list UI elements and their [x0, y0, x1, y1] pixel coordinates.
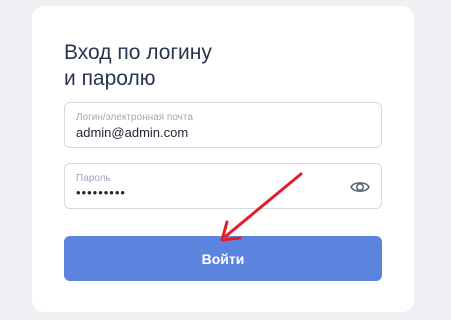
login-input[interactable]: admin@admin.com — [76, 125, 188, 140]
password-field[interactable]: Пароль ••••••••• — [64, 163, 382, 209]
login-card: Вход по логину и паролю Логин/электронна… — [32, 6, 414, 312]
page-title: Вход по логину и паролю — [64, 41, 212, 90]
login-field-label: Логин/электронная почта — [76, 112, 193, 123]
login-button[interactable]: Войти — [64, 236, 382, 281]
login-field[interactable]: Логин/электронная почта admin@admin.com — [64, 102, 382, 148]
eye-icon[interactable] — [349, 176, 371, 198]
password-field-label: Пароль — [76, 173, 111, 184]
password-input[interactable]: ••••••••• — [76, 185, 126, 200]
